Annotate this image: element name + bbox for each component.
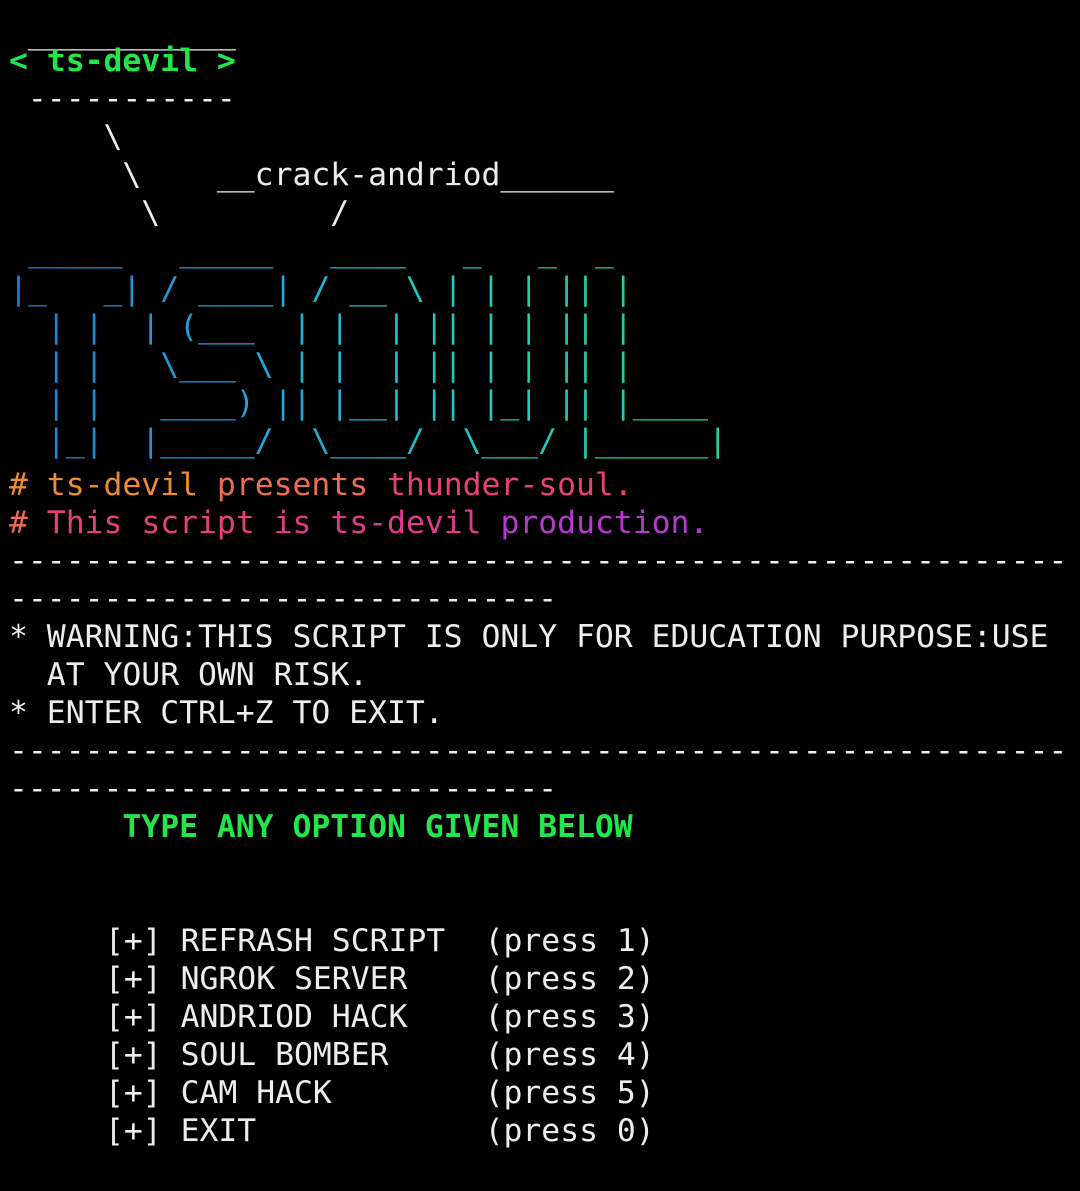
info-this: This (46, 505, 123, 541)
menu-label: SOUL BOMBER (180, 1037, 389, 1073)
warning-line-1: * WARNING:THIS SCRIPT IS ONLY FOR EDUCAT… (9, 619, 1049, 655)
banner-art-line-3: | | | (___ | | | || | | || | (9, 309, 633, 345)
separator-2a: ----------------------------------------… (9, 733, 1071, 769)
separator-1b: ----------------------------- (9, 581, 558, 617)
menu-bullet: [+] (105, 999, 162, 1035)
menu-hint: (press 2) (484, 961, 655, 997)
banner-art-line-6: |_| |_____/ \____/ \___/ |______| (9, 423, 728, 459)
menu-item-cam-hack[interactable]: [+] CAM HACK (press 5) (9, 1074, 1071, 1112)
menu-hint: (press 4) (484, 1037, 655, 1073)
menu-prompt: TYPE ANY OPTION GIVEN BELOW (9, 809, 633, 845)
banner-art-line-5: | | ____) || |__| || |_| || |____ (9, 385, 709, 421)
menu-bullet: [+] (105, 923, 162, 959)
info-author: ts-devil (46, 467, 199, 503)
cowsay-bubble: < ts-devil > (9, 43, 236, 79)
menu-label: CAM HACK (180, 1075, 332, 1111)
cowsay-stem-1: \ (9, 119, 123, 155)
menu-label: ANDRIOD HACK (180, 999, 408, 1035)
exit-hint: * ENTER CTRL+Z TO EXIT. (9, 695, 444, 731)
warning-line-2: AT YOUR OWN RISK. (9, 657, 369, 693)
menu-item-android-hack[interactable]: [+] ANDRIOD HACK (press 3) (9, 998, 1071, 1036)
menu-label: REFRASH SCRIPT (180, 923, 446, 959)
terminal-output: ___________ < ts-devil > ----------- \ \… (9, 15, 1071, 1150)
menu-label: NGROK SERVER (180, 961, 408, 997)
menu-hint: (press 3) (484, 999, 655, 1035)
banner-art-line-4: | | \___ \ | | | || | | || | (9, 347, 633, 383)
banner-art-line-2: |_ _| / ____| / __ \ | | | || | (9, 271, 633, 307)
cowsay-stem-3: \ / (9, 195, 350, 231)
info-production: production. (500, 505, 709, 541)
menu-hint: (press 0) (484, 1113, 655, 1149)
menu-bullet: [+] (105, 1113, 162, 1149)
info-presents: presents (216, 467, 369, 503)
cowsay-stem-2: \ __crack-andriod______ (9, 157, 614, 193)
cowsay-top-border: ___________ (9, 15, 236, 51)
menu-list: [+] REFRASH SCRIPT (press 1) [+] NGROK SE… (9, 922, 1071, 1150)
menu-item-refresh[interactable]: [+] REFRASH SCRIPT (press 1) (9, 922, 1071, 960)
terminal-window: { "cowsay": { "top_border": " __________… (0, 0, 1080, 1191)
info-tool-name: thunder-soul. (387, 467, 633, 503)
info-hash-1: # (9, 467, 28, 503)
menu-hint: (press 5) (484, 1075, 655, 1111)
info-line-2: # This script is ts-devil production. (9, 504, 1071, 542)
separator-2b: ----------------------------- (9, 771, 558, 807)
menu-bullet: [+] (105, 1037, 162, 1073)
banner-art-line-1: _____ _____ ____ _ _ _ (9, 233, 614, 269)
banner-logo: _____ _____ ____ _ _ _ |_ _| / ____| / _… (9, 232, 1071, 460)
menu-bullet: [+] (105, 1075, 162, 1111)
menu-bullet: [+] (105, 961, 162, 997)
menu-label: EXIT (180, 1113, 257, 1149)
cowsay-bottom-border: ----------- (9, 81, 236, 117)
menu-item-exit[interactable]: [+] EXIT (press 0) (9, 1112, 1071, 1150)
separator-1a: ----------------------------------------… (9, 543, 1071, 579)
menu-item-soul-bomber[interactable]: [+] SOUL BOMBER (press 4) (9, 1036, 1071, 1074)
info-line-1: # ts-devil presents thunder-soul. (9, 466, 1071, 504)
info-is: is (273, 505, 312, 541)
info-script: script (141, 505, 255, 541)
info-author-2: ts-devil (330, 505, 482, 541)
info-hash-2: # (9, 505, 28, 541)
menu-item-ngrok[interactable]: [+] NGROK SERVER (press 2) (9, 960, 1071, 998)
menu-hint: (press 1) (484, 923, 655, 959)
